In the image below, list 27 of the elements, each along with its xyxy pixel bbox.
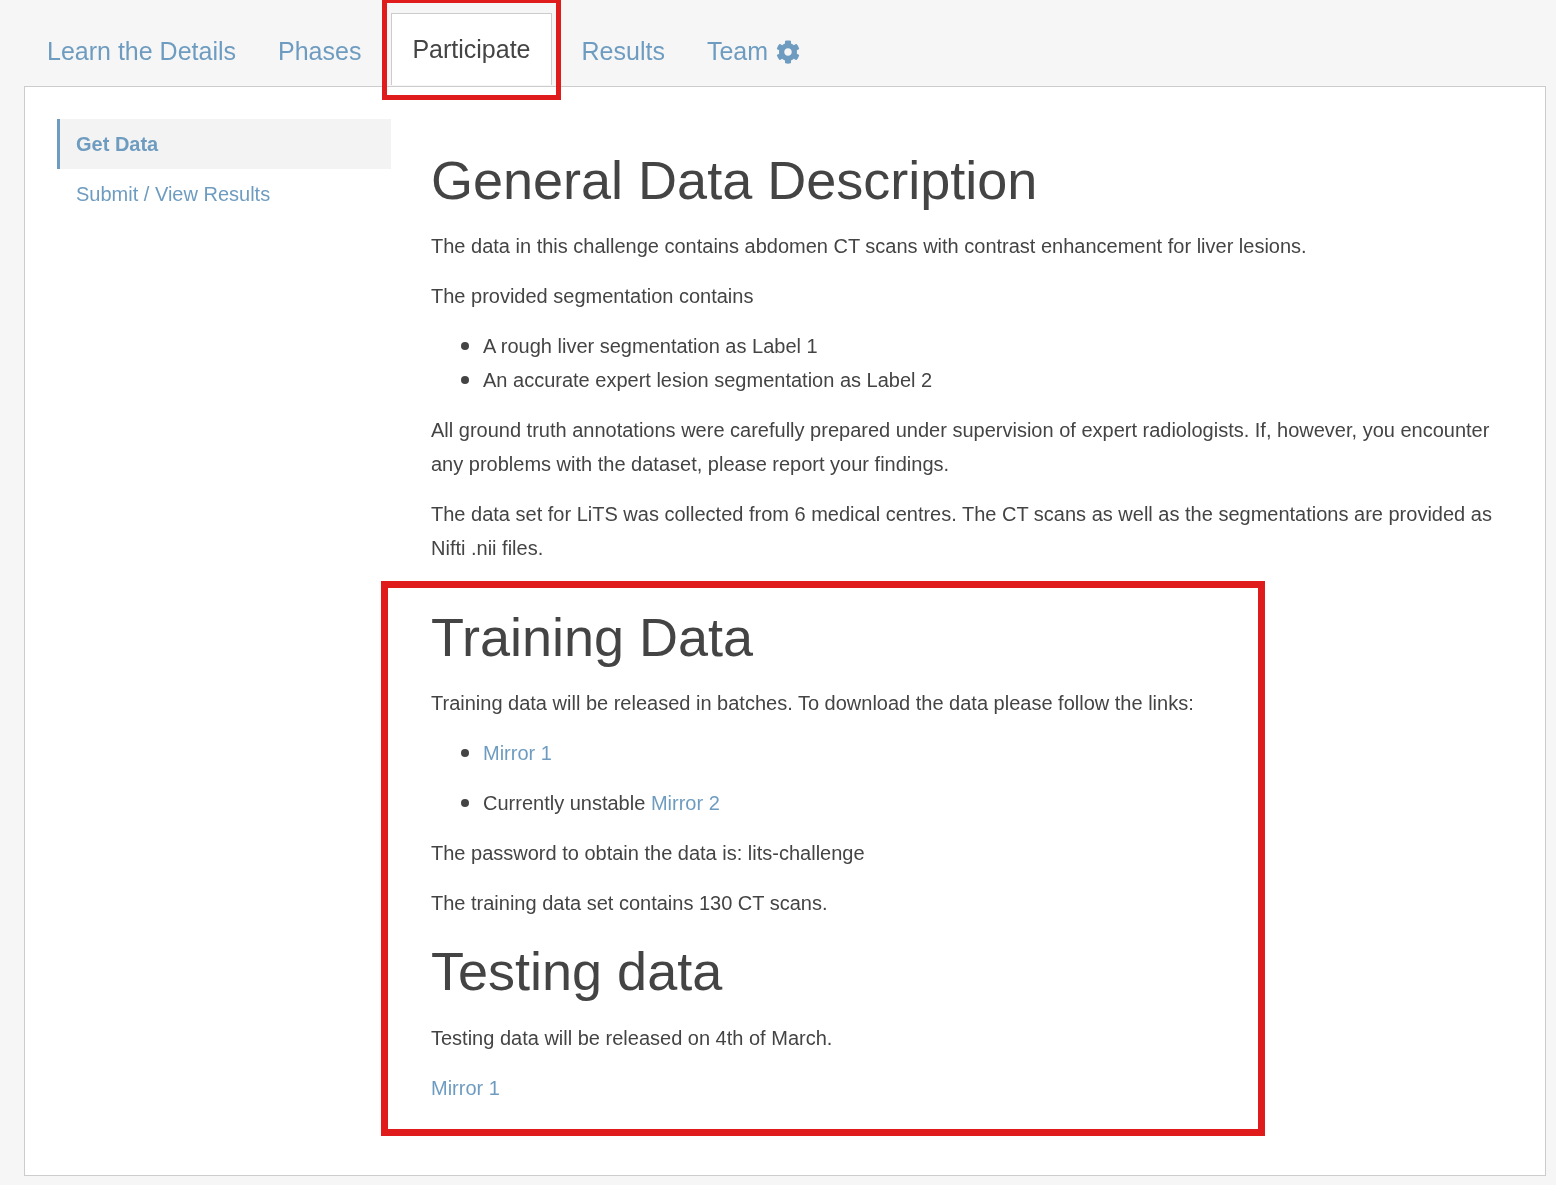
heading: General Data Description <box>431 149 1039 212</box>
heading: Testing data <box>431 940 724 1004</box>
paragraph: The password to obtain the data is: lits-challenge <box>431 841 866 867</box>
tab[interactable]: Learn the Details <box>26 16 257 86</box>
paragraph: Testing data will be released on 4th of March. <box>431 1025 834 1051</box>
heading: Training Data <box>431 606 755 670</box>
paragraph: The provided segmentation contains <box>431 284 755 310</box>
text: Currently unstable <box>483 792 646 815</box>
paragraph: Training data will be released in batches. To download the data please follow the links: <box>431 691 1195 717</box>
paragraph: The data in this challenge contains abdomen CT scans with contrast enhancement for liver lesions. <box>431 234 1308 260</box>
link[interactable]: Mirror 1 <box>431 1076 500 1099</box>
sidebar-item[interactable]: Get Data <box>57 119 391 169</box>
list-item: An accurate expert lesion segmentation as Label 2 <box>483 368 933 394</box>
tab[interactable]: Phases <box>257 16 383 86</box>
bullet-icon <box>461 376 469 385</box>
link[interactable]: Mirror 2 <box>650 792 720 815</box>
paragraph: The data set for LiTS was collected from 6 medical centres. The CT scans as well as the segmentations are provided as Nifti .nii files. <box>431 502 1493 562</box>
tab[interactable]: Results <box>560 16 686 86</box>
list-item: A rough liver segmentation as Label 1 <box>483 334 818 360</box>
settings-icon[interactable] <box>776 39 801 64</box>
tab[interactable]: Team <box>685 16 822 86</box>
bullet-icon <box>461 342 469 351</box>
link[interactable]: Mirror 1 <box>483 742 552 765</box>
paragraph: All ground truth annotations were carefully prepared under supervision of expert radiologists. If, however, you encounter any problems with the dataset, please report your findings. <box>431 418 1491 478</box>
tab[interactable]: Participate <box>391 13 552 85</box>
paragraph: The training data set contains 130 CT scans. <box>431 891 829 917</box>
sidebar-item[interactable]: Submit / View Results <box>57 169 391 219</box>
